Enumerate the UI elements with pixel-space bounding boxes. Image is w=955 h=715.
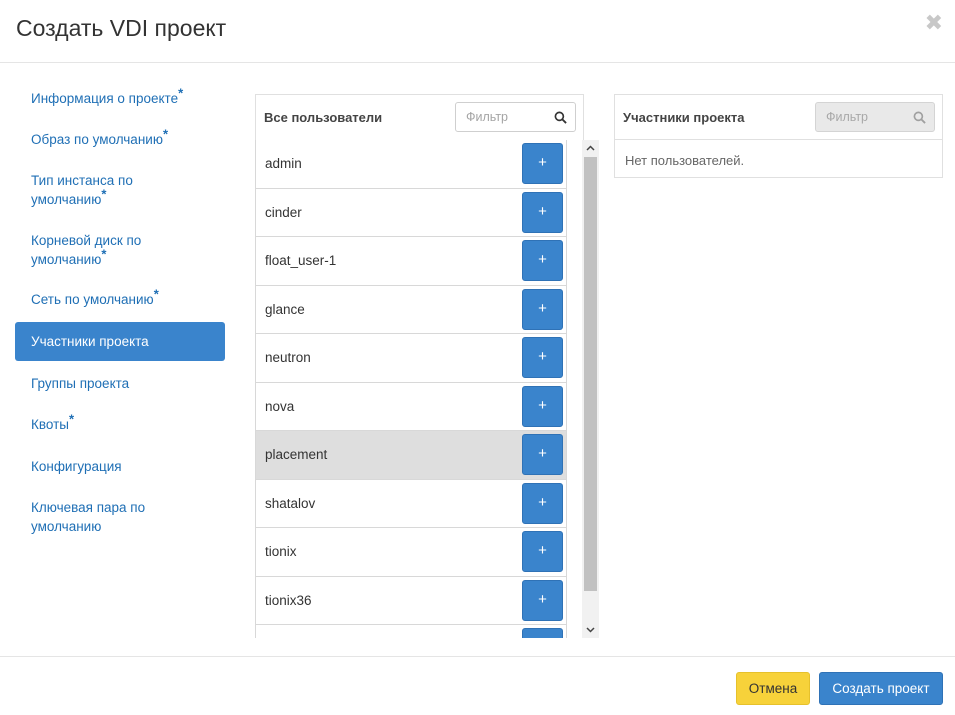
step-label: умолчанию: [31, 192, 102, 207]
step-default-root-disk[interactable]: Корневой диск по умолчанию*: [15, 231, 225, 269]
step-label: Сеть по умолчанию: [31, 292, 154, 307]
add-user-button[interactable]: +: [522, 191, 563, 233]
step-label: Группы проекта: [31, 376, 130, 391]
step-default-keypair[interactable]: Ключевая пара по умолчанию: [15, 498, 225, 536]
user-row[interactable]: placement +: [256, 431, 566, 480]
user-row[interactable]: tionix36 +: [256, 576, 566, 625]
user-name: cinder: [265, 204, 302, 220]
close-icon[interactable]: ✖: [925, 12, 943, 34]
user-name: float_user-1: [265, 253, 337, 268]
add-user-button[interactable]: +: [522, 579, 563, 621]
step-label: Ключевая пара по: [31, 500, 146, 515]
project-members-panel: Участники проекта Нет пользователей.: [614, 94, 943, 178]
step-configuration[interactable]: Конфигурация: [15, 457, 225, 476]
add-user-button[interactable]: +: [522, 385, 563, 427]
user-row[interactable]: cinder +: [256, 188, 566, 237]
add-user-button[interactable]: +: [522, 143, 563, 184]
add-user-button[interactable]: +: [522, 337, 563, 378]
chevron-up-icon[interactable]: [582, 140, 599, 156]
cancel-button[interactable]: Отмена: [736, 672, 810, 705]
user-name: tionix36: [265, 592, 312, 608]
step-label: Тип инстанса по: [31, 173, 133, 188]
required-marker: *: [178, 85, 184, 101]
add-user-button[interactable]: +: [522, 240, 563, 281]
all-users-header: Все пользователи: [256, 95, 583, 140]
add-user-button[interactable]: +: [522, 628, 563, 638]
user-row[interactable]: admin +: [256, 140, 566, 189]
step-label: умолчанию: [31, 252, 102, 267]
required-marker: *: [162, 126, 169, 142]
all-users-list: admin + cinder + float_user-1 + glance + neutron…: [255, 140, 567, 638]
user-row[interactable]: +: [256, 625, 566, 638]
user-list-scrollbar[interactable]: [582, 140, 599, 638]
step-default-network[interactable]: Сеть по умолчанию*: [15, 286, 225, 309]
project-members-title: Участники проекта: [623, 110, 745, 125]
user-name: placement: [265, 447, 328, 462]
required-marker: *: [68, 411, 75, 427]
step-default-flavor[interactable]: Тип инстанса по умолчанию*: [15, 171, 225, 209]
step-project-members[interactable]: Участники проекта: [15, 322, 225, 361]
all-users-filter: [455, 102, 576, 132]
step-label: умолчанию: [31, 519, 102, 534]
empty-members-text: Нет пользователей.: [625, 153, 745, 168]
add-user-button[interactable]: +: [522, 482, 563, 524]
required-marker: *: [101, 246, 107, 262]
step-label: Корневой диск по: [31, 233, 142, 248]
step-project-groups[interactable]: Группы проекта: [15, 374, 225, 393]
required-marker: *: [153, 286, 159, 302]
chevron-down-icon[interactable]: [582, 622, 599, 638]
user-name: neutron: [265, 350, 311, 365]
modal-title: Создать VDI проект: [16, 15, 227, 41]
project-members-header: Участники проекта: [615, 95, 942, 140]
search-icon: [913, 111, 926, 124]
step-label: Квоты: [31, 417, 69, 432]
user-row[interactable]: nova +: [256, 382, 566, 431]
modal-footer: Отмена Создать проект: [0, 656, 955, 715]
step-label: Информация о проекте: [31, 91, 179, 106]
add-user-button[interactable]: +: [522, 531, 563, 572]
user-row[interactable]: neutron +: [256, 334, 566, 383]
scroll-thumb[interactable]: [584, 157, 597, 591]
step-default-image[interactable]: Образ по умолчанию*: [15, 126, 225, 149]
step-label: Образ по умолчанию: [31, 132, 163, 147]
step-label: Участники проекта: [31, 334, 149, 349]
required-marker: *: [101, 186, 107, 202]
user-row[interactable]: tionix +: [256, 528, 566, 577]
user-row[interactable]: glance +: [256, 285, 566, 334]
add-user-button[interactable]: +: [522, 288, 563, 330]
add-user-button[interactable]: +: [522, 434, 563, 475]
user-name: glance: [265, 301, 305, 317]
search-icon[interactable]: [554, 111, 567, 124]
all-users-title: Все пользователи: [264, 110, 383, 125]
user-row[interactable]: float_user-1 +: [256, 237, 566, 286]
user-name: admin: [265, 156, 302, 171]
user-name: shatalov: [265, 495, 316, 511]
project-members-filter: [815, 102, 935, 132]
create-project-button[interactable]: Создать проект: [819, 672, 943, 705]
user-name: nova: [265, 398, 295, 414]
user-row[interactable]: shatalov +: [256, 479, 566, 528]
step-label: Конфигурация: [31, 459, 122, 474]
modal-header: Создать VDI проект ✖: [0, 0, 955, 63]
user-name: tionix: [265, 544, 297, 559]
step-quotas[interactable]: Квоты*: [15, 411, 225, 434]
all-users-panel: Все пользователи: [255, 94, 584, 141]
step-project-info[interactable]: Информация о проекте*: [15, 85, 225, 108]
create-vdi-project-modal: Создать VDI проект ✖ Информация о проект…: [0, 0, 955, 715]
